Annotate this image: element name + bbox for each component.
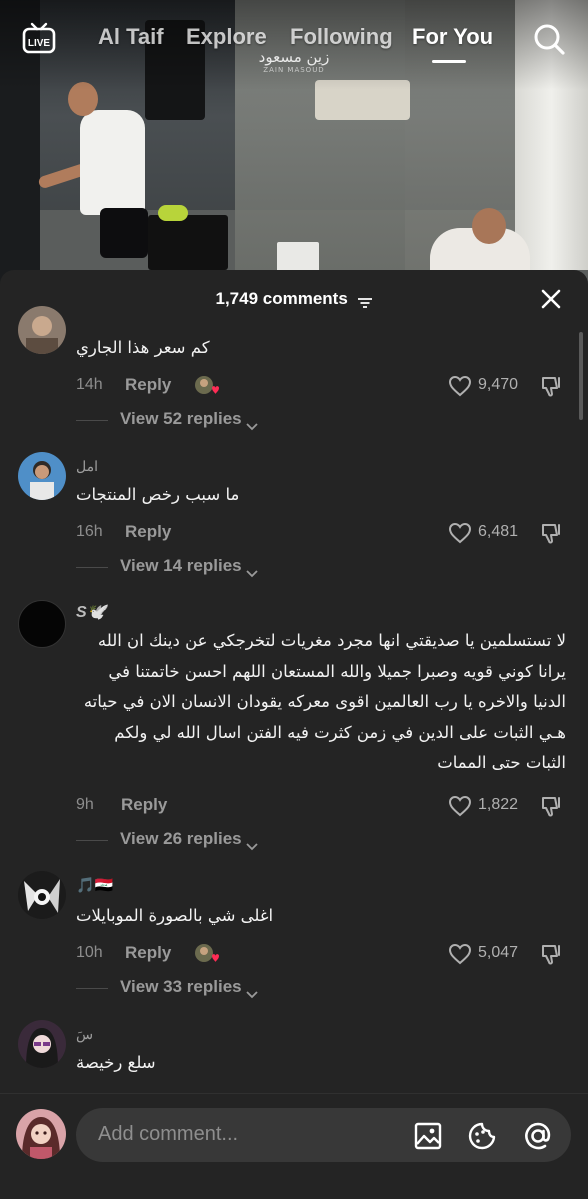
comment-meta: 10h Reply 5,047 bbox=[76, 942, 576, 966]
like-button[interactable]: 9,470 bbox=[448, 374, 528, 398]
tab-al-taif[interactable]: Al Taif bbox=[98, 24, 164, 50]
replies-divider bbox=[76, 840, 108, 841]
emoji-icon[interactable] bbox=[466, 1120, 498, 1152]
avatar[interactable] bbox=[18, 600, 66, 648]
video-amp bbox=[277, 242, 319, 272]
search-icon[interactable] bbox=[532, 22, 566, 56]
chevron-down-icon bbox=[245, 984, 258, 998]
live-tv-icon[interactable]: LIVE bbox=[22, 22, 56, 54]
replies-divider bbox=[76, 988, 108, 989]
chevron-down-icon bbox=[245, 836, 258, 850]
tab-explore[interactable]: Explore bbox=[186, 24, 267, 50]
comment-meta: 9h Reply 1,822 bbox=[76, 794, 576, 818]
comment-text: كم سعر هذا الجاري bbox=[76, 338, 210, 357]
like-count: 1,822 bbox=[478, 796, 519, 813]
active-tab-indicator bbox=[432, 60, 466, 63]
comment-text: اغلى شي بالصورة الموبايلات bbox=[76, 906, 274, 925]
comment-time: 9h bbox=[76, 796, 94, 813]
replies-divider bbox=[76, 420, 108, 421]
tab-for-you[interactable]: For You bbox=[412, 24, 493, 50]
scrollbar[interactable] bbox=[579, 332, 583, 420]
avatar[interactable] bbox=[16, 1109, 66, 1159]
avatar[interactable] bbox=[18, 1020, 66, 1068]
comment-text: ما سبب رخص المنتجات bbox=[76, 485, 240, 504]
chevron-down-icon bbox=[245, 563, 258, 577]
comment-username[interactable]: 🎵🇮🇶 bbox=[76, 876, 113, 894]
like-button[interactable]: 1,822 bbox=[448, 794, 528, 818]
avatar[interactable] bbox=[18, 452, 66, 500]
comments-header: 1,749 comments bbox=[0, 270, 588, 326]
heart-icon bbox=[448, 375, 472, 397]
comment-meta: 16h Reply 6,481 bbox=[76, 521, 576, 545]
comment-username[interactable]: امل bbox=[76, 458, 98, 475]
view-replies-label: View 52 replies bbox=[120, 409, 242, 428]
reply-button[interactable]: Reply bbox=[125, 522, 171, 542]
reply-button[interactable]: Reply bbox=[125, 375, 171, 395]
comment-time: 14h bbox=[76, 376, 103, 393]
reply-button[interactable]: Reply bbox=[121, 795, 167, 815]
comments-sheet: 1,749 comments كم سعر هذا الجاري 14h Rep… bbox=[0, 270, 588, 1199]
view-replies-label: View 14 replies bbox=[120, 556, 242, 575]
reply-button[interactable]: Reply bbox=[125, 943, 171, 963]
replies-divider bbox=[76, 567, 108, 568]
heart-icon bbox=[448, 943, 472, 965]
chevron-down-icon bbox=[245, 416, 258, 430]
creator-liked-icon bbox=[194, 374, 220, 398]
video-person-head bbox=[472, 208, 506, 244]
live-label: LIVE bbox=[28, 38, 51, 49]
image-icon[interactable] bbox=[412, 1120, 444, 1152]
comment-text: لا تستسلمين يا صديقتي انها مجرد مغريات ل… bbox=[83, 631, 566, 772]
dislike-icon[interactable] bbox=[540, 374, 566, 398]
heart-icon bbox=[448, 522, 472, 544]
tab-following[interactable]: Following bbox=[290, 24, 393, 50]
comment-username[interactable]: S🕊️ bbox=[76, 602, 107, 622]
video-box bbox=[148, 215, 228, 270]
filter-icon[interactable] bbox=[357, 294, 373, 308]
comment-username[interactable]: سَ bbox=[76, 1026, 93, 1043]
like-button[interactable]: 5,047 bbox=[448, 942, 528, 966]
heart-icon bbox=[448, 795, 472, 817]
avatar[interactable] bbox=[18, 871, 66, 919]
avatar[interactable] bbox=[18, 306, 66, 354]
comment-time: 10h bbox=[76, 944, 103, 961]
like-count: 5,047 bbox=[478, 944, 519, 961]
dislike-icon[interactable] bbox=[540, 794, 566, 818]
comment-input-bar bbox=[0, 1093, 588, 1199]
like-count: 9,470 bbox=[478, 376, 519, 393]
dislike-icon[interactable] bbox=[540, 521, 566, 545]
like-count: 6,481 bbox=[478, 523, 519, 540]
comment-input-container bbox=[76, 1108, 571, 1162]
video-person-shorts bbox=[100, 208, 148, 258]
dislike-icon[interactable] bbox=[540, 942, 566, 966]
comment-text: سلع رخيصة bbox=[76, 1053, 156, 1072]
comment-input[interactable] bbox=[98, 1123, 398, 1146]
creator-liked-icon bbox=[194, 942, 220, 966]
close-icon[interactable] bbox=[540, 288, 562, 310]
video-person bbox=[80, 110, 145, 215]
video-watermark-sub: ZAIN MASOUD bbox=[263, 66, 325, 74]
like-button[interactable]: 6,481 bbox=[448, 521, 528, 545]
comment-count: 1,749 comments bbox=[215, 289, 348, 308]
at-mention-icon[interactable] bbox=[522, 1120, 554, 1152]
view-replies-label: View 33 replies bbox=[120, 977, 242, 996]
comment-meta: 14h Reply 9,470 bbox=[76, 374, 576, 398]
top-nav: LIVE Al Taif Explore Following For You bbox=[0, 18, 588, 63]
view-replies-label: View 26 replies bbox=[120, 829, 242, 848]
comment-time: 16h bbox=[76, 523, 103, 540]
comment-count-row[interactable]: 1,749 comments bbox=[0, 289, 588, 309]
video-tennis-balls bbox=[158, 205, 188, 221]
